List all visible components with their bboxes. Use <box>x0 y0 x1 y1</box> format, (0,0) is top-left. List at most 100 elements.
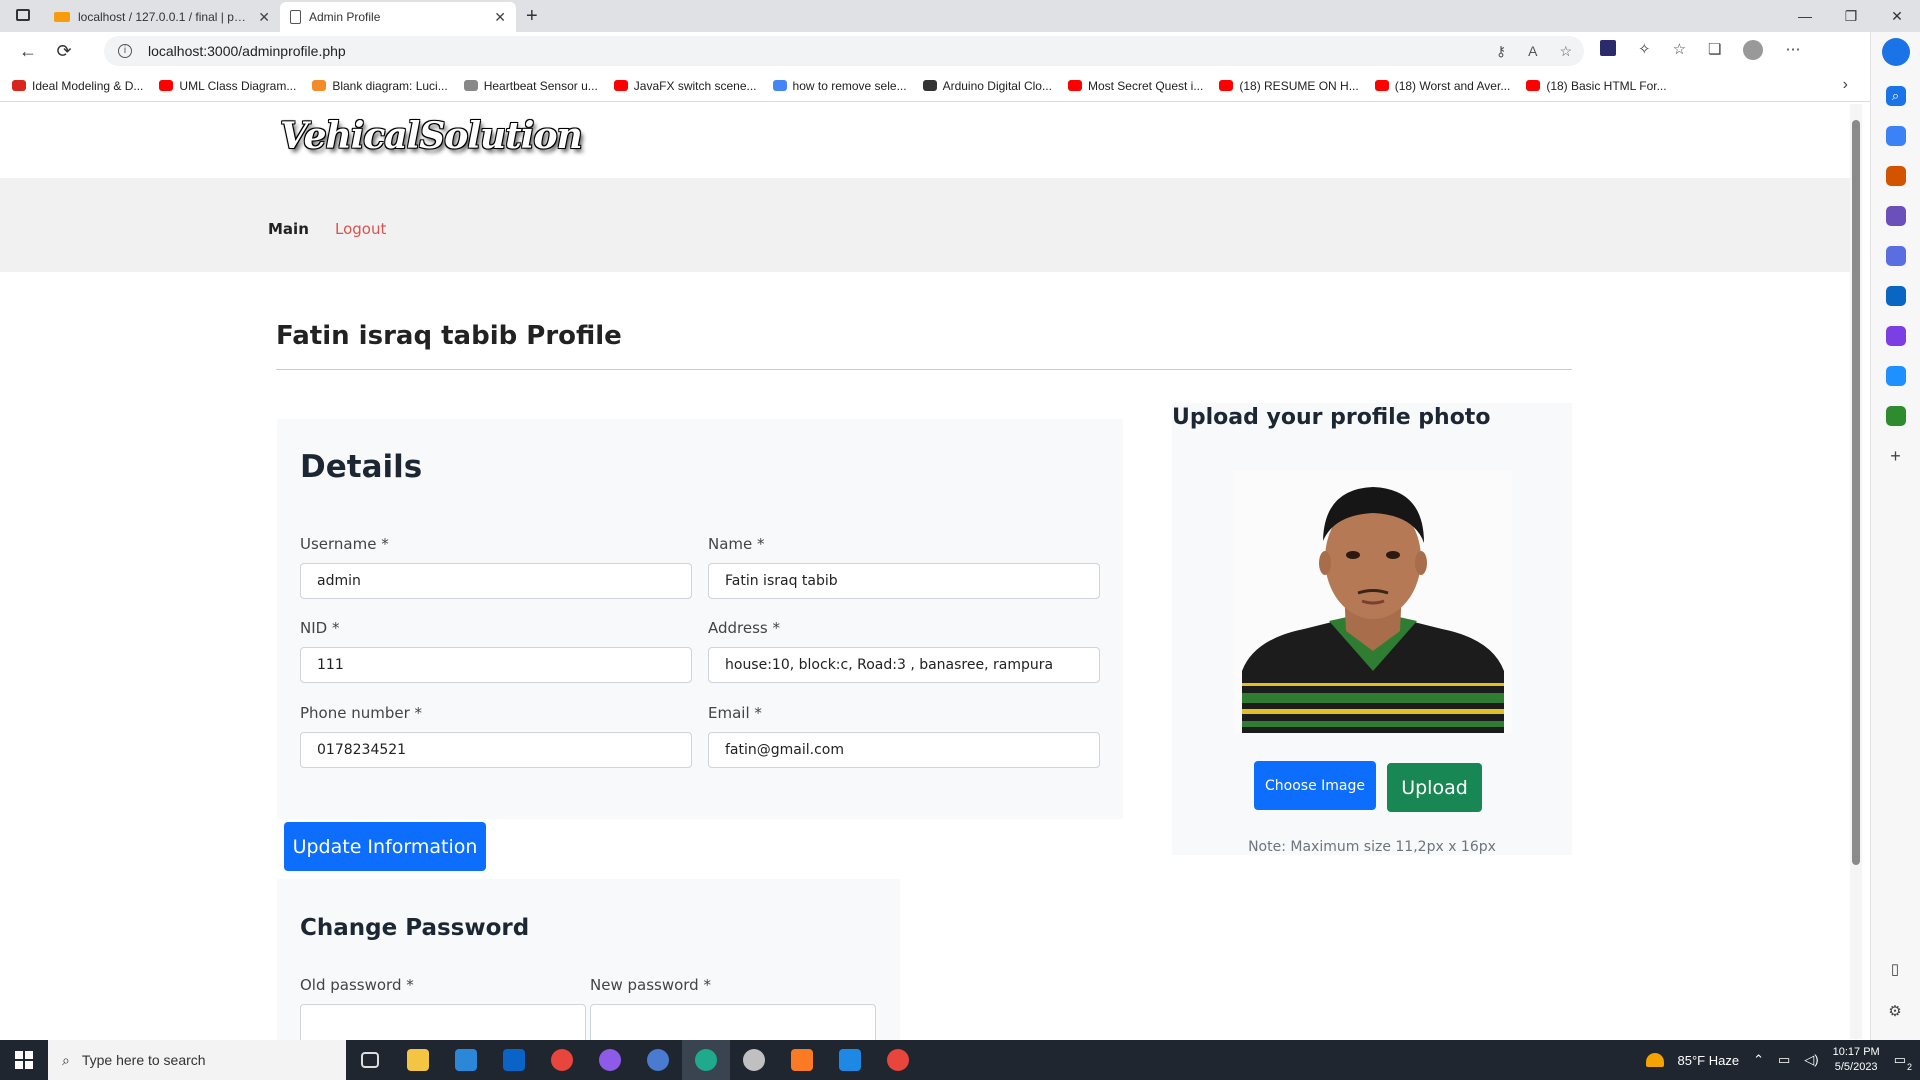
photo-app-icon[interactable] <box>730 1040 778 1080</box>
chrome-profile-icon[interactable] <box>874 1040 922 1080</box>
tree-icon[interactable] <box>1885 406 1906 426</box>
read-aloud-icon[interactable]: A <box>1528 43 1537 60</box>
old-password-field[interactable] <box>300 1004 586 1040</box>
restore-button[interactable]: ❐ <box>1828 0 1874 32</box>
bookmark-label: (18) Basic HTML For... <box>1546 78 1667 93</box>
page-scrollbar[interactable] <box>1850 104 1862 1039</box>
xampp-icon[interactable] <box>778 1040 826 1080</box>
vpn-icon[interactable] <box>634 1040 682 1080</box>
profile-avatar-icon[interactable] <box>1743 40 1764 60</box>
nid-field[interactable]: 111 <box>300 647 692 683</box>
network-icon[interactable]: ▭ <box>1778 1052 1790 1068</box>
tab-phpmyadmin[interactable]: localhost / 127.0.0.1 / final | phpMyAdm… <box>44 2 280 32</box>
key-icon[interactable]: ⚷ <box>1496 43 1506 60</box>
nav-logout-link[interactable]: Logout <box>335 220 386 238</box>
bookmark-favicon-icon <box>1374 80 1389 91</box>
phone-field[interactable]: 0178234521 <box>300 732 692 768</box>
volume-icon[interactable]: ◁) <box>1804 1052 1818 1068</box>
bookmark-item[interactable]: Heartbeat Sensor u... <box>463 79 598 93</box>
site-info-icon[interactable]: i <box>118 44 132 58</box>
outlook-icon[interactable] <box>1885 286 1906 306</box>
extensions-puzzle-icon[interactable]: ✧ <box>1638 40 1651 60</box>
update-information-button[interactable]: Update Information <box>284 822 486 871</box>
task-view-icon[interactable] <box>346 1040 394 1080</box>
name-field[interactable]: Fatin israq tabib <box>708 563 1100 599</box>
new-password-field[interactable] <box>590 1004 876 1040</box>
bookmark-item[interactable]: Most Secret Quest i... <box>1067 79 1203 93</box>
file-explorer-icon[interactable] <box>394 1040 442 1080</box>
microsoft365-icon[interactable] <box>1885 246 1906 266</box>
bookmark-item[interactable]: JavaFX switch scene... <box>613 79 757 93</box>
bookmark-item[interactable]: (18) Basic HTML For... <box>1526 78 1667 93</box>
notifications-icon[interactable]: ▭ 2 <box>1894 1052 1912 1072</box>
bookmark-item[interactable]: how to remove sele... <box>772 79 907 93</box>
weather-icon[interactable] <box>1645 1053 1664 1067</box>
tab-title: localhost / 127.0.0.1 / final | phpMyAdm… <box>78 10 248 24</box>
bookmark-item[interactable]: Blank diagram: Luci... <box>312 79 448 93</box>
bookmark-item[interactable]: Arduino Digital Clo... <box>922 79 1052 93</box>
app-icon[interactable] <box>586 1040 634 1080</box>
upload-button[interactable]: Upload <box>1387 763 1482 812</box>
weather-text[interactable]: 85°F Haze <box>1678 1053 1740 1068</box>
shopping-icon[interactable] <box>1885 126 1906 146</box>
close-window-button[interactable]: ✕ <box>1874 0 1920 32</box>
extension-icon[interactable] <box>1600 40 1616 56</box>
edge-icon[interactable] <box>682 1040 730 1080</box>
games-icon[interactable] <box>1885 206 1906 226</box>
page-title: Fatin israq tabib Profile <box>276 321 622 351</box>
bookmark-favicon-icon <box>772 80 787 91</box>
new-tab-button[interactable]: + <box>526 5 538 32</box>
search-icon[interactable]: ⌕ <box>1885 86 1906 106</box>
chevron-up-icon[interactable]: ⌃ <box>1753 1052 1764 1068</box>
mail-icon[interactable] <box>490 1040 538 1080</box>
change-password-card: Change Password Old password * New passw… <box>277 879 900 1040</box>
url-field[interactable]: i localhost:3000/adminprofile.php ⚷ A ☆ <box>104 36 1584 66</box>
more-menu-icon[interactable]: ⋯ <box>1785 40 1800 60</box>
favorite-star-icon[interactable]: ☆ <box>1559 43 1572 60</box>
chrome-icon[interactable] <box>538 1040 586 1080</box>
tab-actions-icon[interactable] <box>16 9 30 21</box>
scrollbar-thumb[interactable] <box>1852 120 1860 865</box>
site-logo[interactable]: VehicalSolution <box>280 115 583 157</box>
bookmarks-overflow-chevron-icon[interactable]: › <box>1843 76 1848 94</box>
sidebar-layout-icon[interactable]: ▯ <box>1891 960 1899 978</box>
taskbar-search[interactable]: ⌕ Type here to search <box>48 1040 346 1080</box>
add-icon[interactable]: + <box>1886 446 1906 466</box>
address-field[interactable]: house:10, block:c, Road:3 , banasree, ra… <box>708 647 1100 683</box>
username-field[interactable]: admin <box>300 563 692 599</box>
tab-admin-profile[interactable]: Admin Profile ✕ <box>280 2 516 32</box>
bing-icon[interactable] <box>1881 38 1910 66</box>
close-tab-icon[interactable]: ✕ <box>258 9 270 26</box>
drop-icon[interactable] <box>1885 366 1906 386</box>
bookmark-item[interactable]: (18) RESUME ON H... <box>1219 79 1359 93</box>
vscode-icon[interactable] <box>826 1040 874 1080</box>
edge-sidebar-bottom: ▯ ⚙ <box>1870 960 1920 1020</box>
start-button[interactable] <box>0 1040 48 1080</box>
phone-label: Phone number * <box>300 704 423 722</box>
nav-main-link[interactable]: Main <box>268 220 309 238</box>
upload-note: Note: Maximum size 11,2px x 16px <box>1248 839 1496 855</box>
back-icon[interactable]: ← <box>10 41 46 62</box>
store-icon[interactable] <box>442 1040 490 1080</box>
divider <box>276 369 1572 370</box>
settings-gear-icon[interactable]: ⚙ <box>1888 1002 1901 1020</box>
bookmark-item[interactable]: UML Class Diagram... <box>159 79 296 93</box>
bookmark-favicon-icon <box>922 80 937 91</box>
clock[interactable]: 10:17 PM 5/5/2023 <box>1833 1045 1880 1075</box>
edge-sidebar: ⌕ + <box>1870 32 1920 1040</box>
bookmark-item[interactable]: Ideal Modeling & D... <box>12 79 143 93</box>
email-field[interactable]: fatin@gmail.com <box>708 732 1100 768</box>
notification-count: 2 <box>1906 1062 1912 1072</box>
close-tab-icon[interactable]: ✕ <box>494 9 506 26</box>
bookmark-favicon-icon <box>613 80 628 91</box>
refresh-icon[interactable]: ⟳ <box>46 41 82 62</box>
minimize-button[interactable]: — <box>1782 0 1828 32</box>
favorites-icon[interactable]: ☆ <box>1673 40 1686 60</box>
designer-icon[interactable] <box>1885 326 1906 346</box>
old-password-label: Old password * <box>300 976 414 994</box>
bookmark-item[interactable]: (18) Worst and Aver... <box>1374 79 1510 93</box>
bookmark-label: Ideal Modeling & D... <box>32 78 144 93</box>
collections-icon[interactable]: ❏ <box>1708 40 1721 60</box>
tools-icon[interactable] <box>1885 166 1906 186</box>
choose-image-button[interactable]: Choose Image <box>1254 761 1376 810</box>
